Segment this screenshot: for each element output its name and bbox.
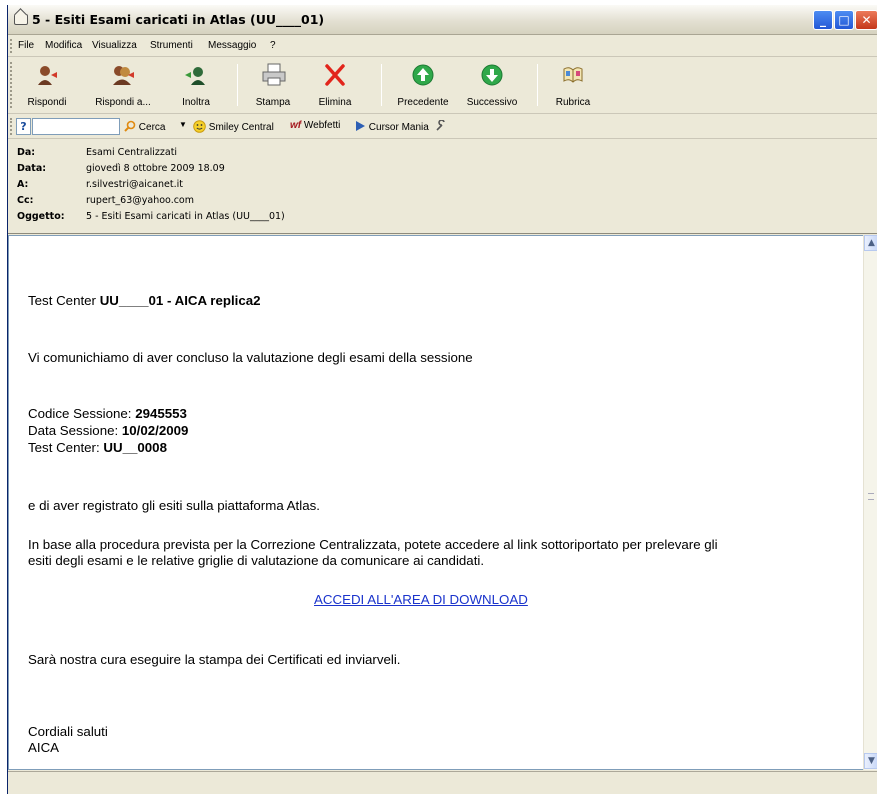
- status-bar: [8, 771, 877, 794]
- subject-value: 5 - Esiti Esami caricati in Atlas (UU___…: [86, 211, 285, 222]
- date-value: giovedì 8 ottobre 2009 18.09: [86, 163, 225, 174]
- toolbar: Rispondi Rispondi a... Inoltra Stampa El…: [8, 58, 877, 114]
- toolbar-separator: [381, 64, 382, 106]
- arrow-up-icon: [411, 63, 435, 87]
- menu-help[interactable]: ?: [270, 40, 276, 51]
- reply-button[interactable]: Rispondi: [22, 61, 72, 111]
- from-label: Da:: [17, 147, 36, 158]
- to-value[interactable]: r.silvestri@aicanet.it: [86, 179, 183, 190]
- reply-icon: [35, 63, 59, 87]
- magnifier-icon: [124, 120, 136, 132]
- webfetti-icon: wf: [290, 120, 302, 131]
- smiley-central-button[interactable]: Smiley Central: [193, 120, 274, 133]
- scroll-up-button[interactable]: ▲: [864, 235, 877, 251]
- search-dropdown[interactable]: ▼: [179, 120, 187, 129]
- cc-value[interactable]: rupert_63@yahoo.com: [86, 195, 194, 206]
- to-label: A:: [17, 179, 29, 190]
- search-input[interactable]: [32, 118, 120, 135]
- message-body[interactable]: Test Center UU____01 - AICA replica2 Vi …: [8, 235, 863, 770]
- cursor-mania-button[interactable]: Cursor Mania: [355, 120, 429, 133]
- procedure-text-line1: In base alla procedura prevista per la C…: [28, 537, 718, 552]
- menu-strumenti[interactable]: Strumenti: [150, 40, 193, 51]
- title-bar[interactable]: 5 - Esiti Esami caricati in Atlas (UU___…: [8, 5, 877, 35]
- mail-window: 5 - Esiti Esami caricati in Atlas (UU___…: [7, 5, 877, 794]
- test-center-line: Test Center UU____01 - AICA replica2: [28, 293, 261, 308]
- vertical-scrollbar[interactable]: ▲ ▼: [863, 235, 877, 770]
- forward-icon: [184, 63, 208, 87]
- close-button[interactable]: ✕: [855, 10, 877, 30]
- menu-bar: File Modifica Visualizza Strumenti Messa…: [8, 36, 877, 57]
- cc-label: Cc:: [17, 195, 34, 206]
- download-area-link[interactable]: ACCEDI ALL'AREA DI DOWNLOAD: [314, 592, 528, 607]
- smiley-icon: [193, 120, 206, 133]
- delete-icon: [323, 63, 347, 87]
- subject-label: Oggetto:: [17, 211, 65, 222]
- reply-all-button[interactable]: Rispondi a...: [88, 61, 158, 111]
- search-toolbar: ? Cerca ▼ Smiley Central wf Webfetti Cur…: [8, 115, 877, 139]
- registered-text: e di aver registrato gli esiti sulla pia…: [28, 498, 320, 513]
- window-title: 5 - Esiti Esami caricati in Atlas (UU___…: [32, 12, 325, 27]
- signature-text: AICA: [28, 740, 60, 755]
- address-book-button[interactable]: Rubrica: [548, 61, 598, 111]
- message-header: Da: Esami Centralizzati Data: giovedì 8 …: [8, 140, 877, 234]
- forward-button[interactable]: Inoltra: [174, 61, 218, 111]
- next-button[interactable]: Successivo: [460, 61, 524, 111]
- scroll-down-button[interactable]: ▼: [864, 753, 877, 769]
- delete-button[interactable]: Elimina: [313, 61, 357, 111]
- menu-messaggio[interactable]: Messaggio: [208, 40, 256, 51]
- codice-sessione: Codice Sessione: 2945553: [28, 406, 187, 421]
- menu-visualizza[interactable]: Visualizza: [92, 40, 137, 51]
- from-value[interactable]: Esami Centralizzati: [86, 147, 177, 158]
- print-button[interactable]: Stampa: [248, 61, 298, 111]
- toolbar-grip[interactable]: [10, 39, 12, 53]
- search-provider-icon[interactable]: ?: [16, 118, 31, 135]
- date-label: Data:: [17, 163, 47, 174]
- printer-icon: [261, 63, 286, 87]
- wrench-icon[interactable]: [435, 119, 447, 133]
- arrow-down-icon: [480, 63, 504, 87]
- maximize-button[interactable]: □: [834, 10, 854, 30]
- toolbar-grip[interactable]: [10, 62, 12, 108]
- procedure-text-line2: esiti degli esami e le relative griglie …: [28, 553, 485, 568]
- previous-button[interactable]: Precedente: [393, 61, 453, 111]
- test-center-code: Test Center: UU__0008: [28, 440, 167, 455]
- intro-text: Vi comunichiamo di aver concluso la valu…: [28, 350, 473, 365]
- toolbar-separator: [237, 64, 238, 106]
- envelope-icon: [14, 14, 28, 25]
- certificati-text: Sarà nostra cura eseguire la stampa dei …: [28, 652, 401, 667]
- address-book-icon: [561, 63, 585, 87]
- reply-all-icon: [111, 63, 135, 87]
- toolbar-grip[interactable]: [10, 118, 12, 135]
- webfetti-button[interactable]: wf Webfetti: [290, 120, 340, 131]
- cursor-icon: [356, 121, 365, 131]
- scroll-thumb-grip[interactable]: [868, 493, 874, 500]
- data-sessione: Data Sessione: 10/02/2009: [28, 423, 189, 438]
- toolbar-separator: [537, 64, 538, 106]
- search-button[interactable]: Cerca: [124, 120, 165, 133]
- minimize-button[interactable]: _: [813, 10, 833, 30]
- closing-text: Cordiali saluti: [28, 724, 108, 739]
- menu-file[interactable]: File: [18, 40, 34, 51]
- menu-modifica[interactable]: Modifica: [45, 40, 82, 51]
